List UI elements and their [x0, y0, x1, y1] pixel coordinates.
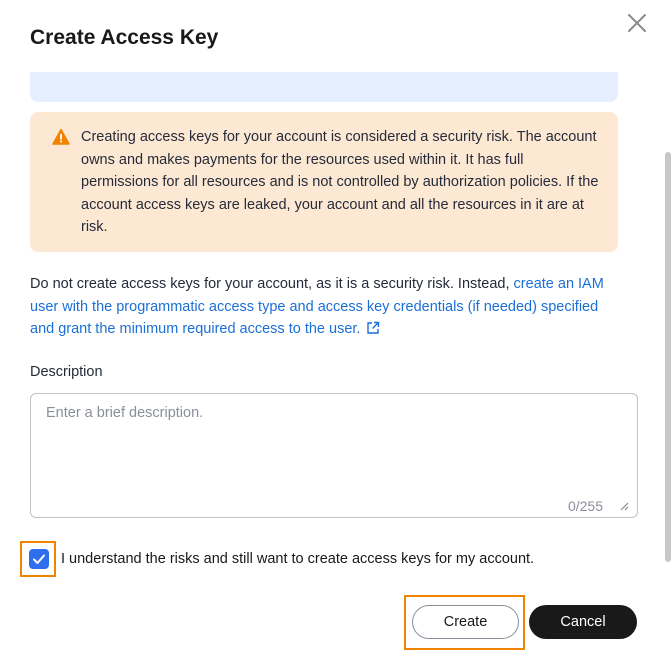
security-warning-box: Creating access keys for your account is… — [30, 112, 618, 252]
warning-text: Creating access keys for your account is… — [81, 129, 599, 235]
close-icon — [628, 14, 646, 32]
risk-acknowledgement-checkbox[interactable] — [29, 549, 49, 569]
security-notice: Do not create access keys for your accou… — [30, 273, 610, 341]
dialog-title: Create Access Key — [30, 26, 219, 49]
description-field-wrapper: 0/255 — [30, 393, 638, 518]
scrollbar-thumb[interactable] — [665, 152, 671, 562]
character-counter: 0/255 — [567, 498, 603, 514]
resize-handle-icon[interactable] — [619, 501, 629, 511]
info-banner-bottom-edge — [30, 72, 618, 102]
cancel-button[interactable]: Cancel — [529, 605, 637, 639]
description-textarea[interactable] — [31, 394, 637, 517]
notice-text: Do not create access keys for your accou… — [30, 276, 514, 292]
close-button[interactable] — [624, 10, 650, 36]
checkmark-icon — [33, 554, 45, 564]
create-button[interactable]: Create — [412, 605, 519, 639]
create-access-key-dialog: Create Access Key Creating access keys f… — [0, 0, 672, 671]
description-label: Description — [30, 364, 103, 380]
warning-triangle-icon — [52, 128, 70, 145]
external-link-icon[interactable] — [366, 321, 380, 335]
risk-acknowledgement-label[interactable]: I understand the risks and still want to… — [61, 551, 534, 567]
